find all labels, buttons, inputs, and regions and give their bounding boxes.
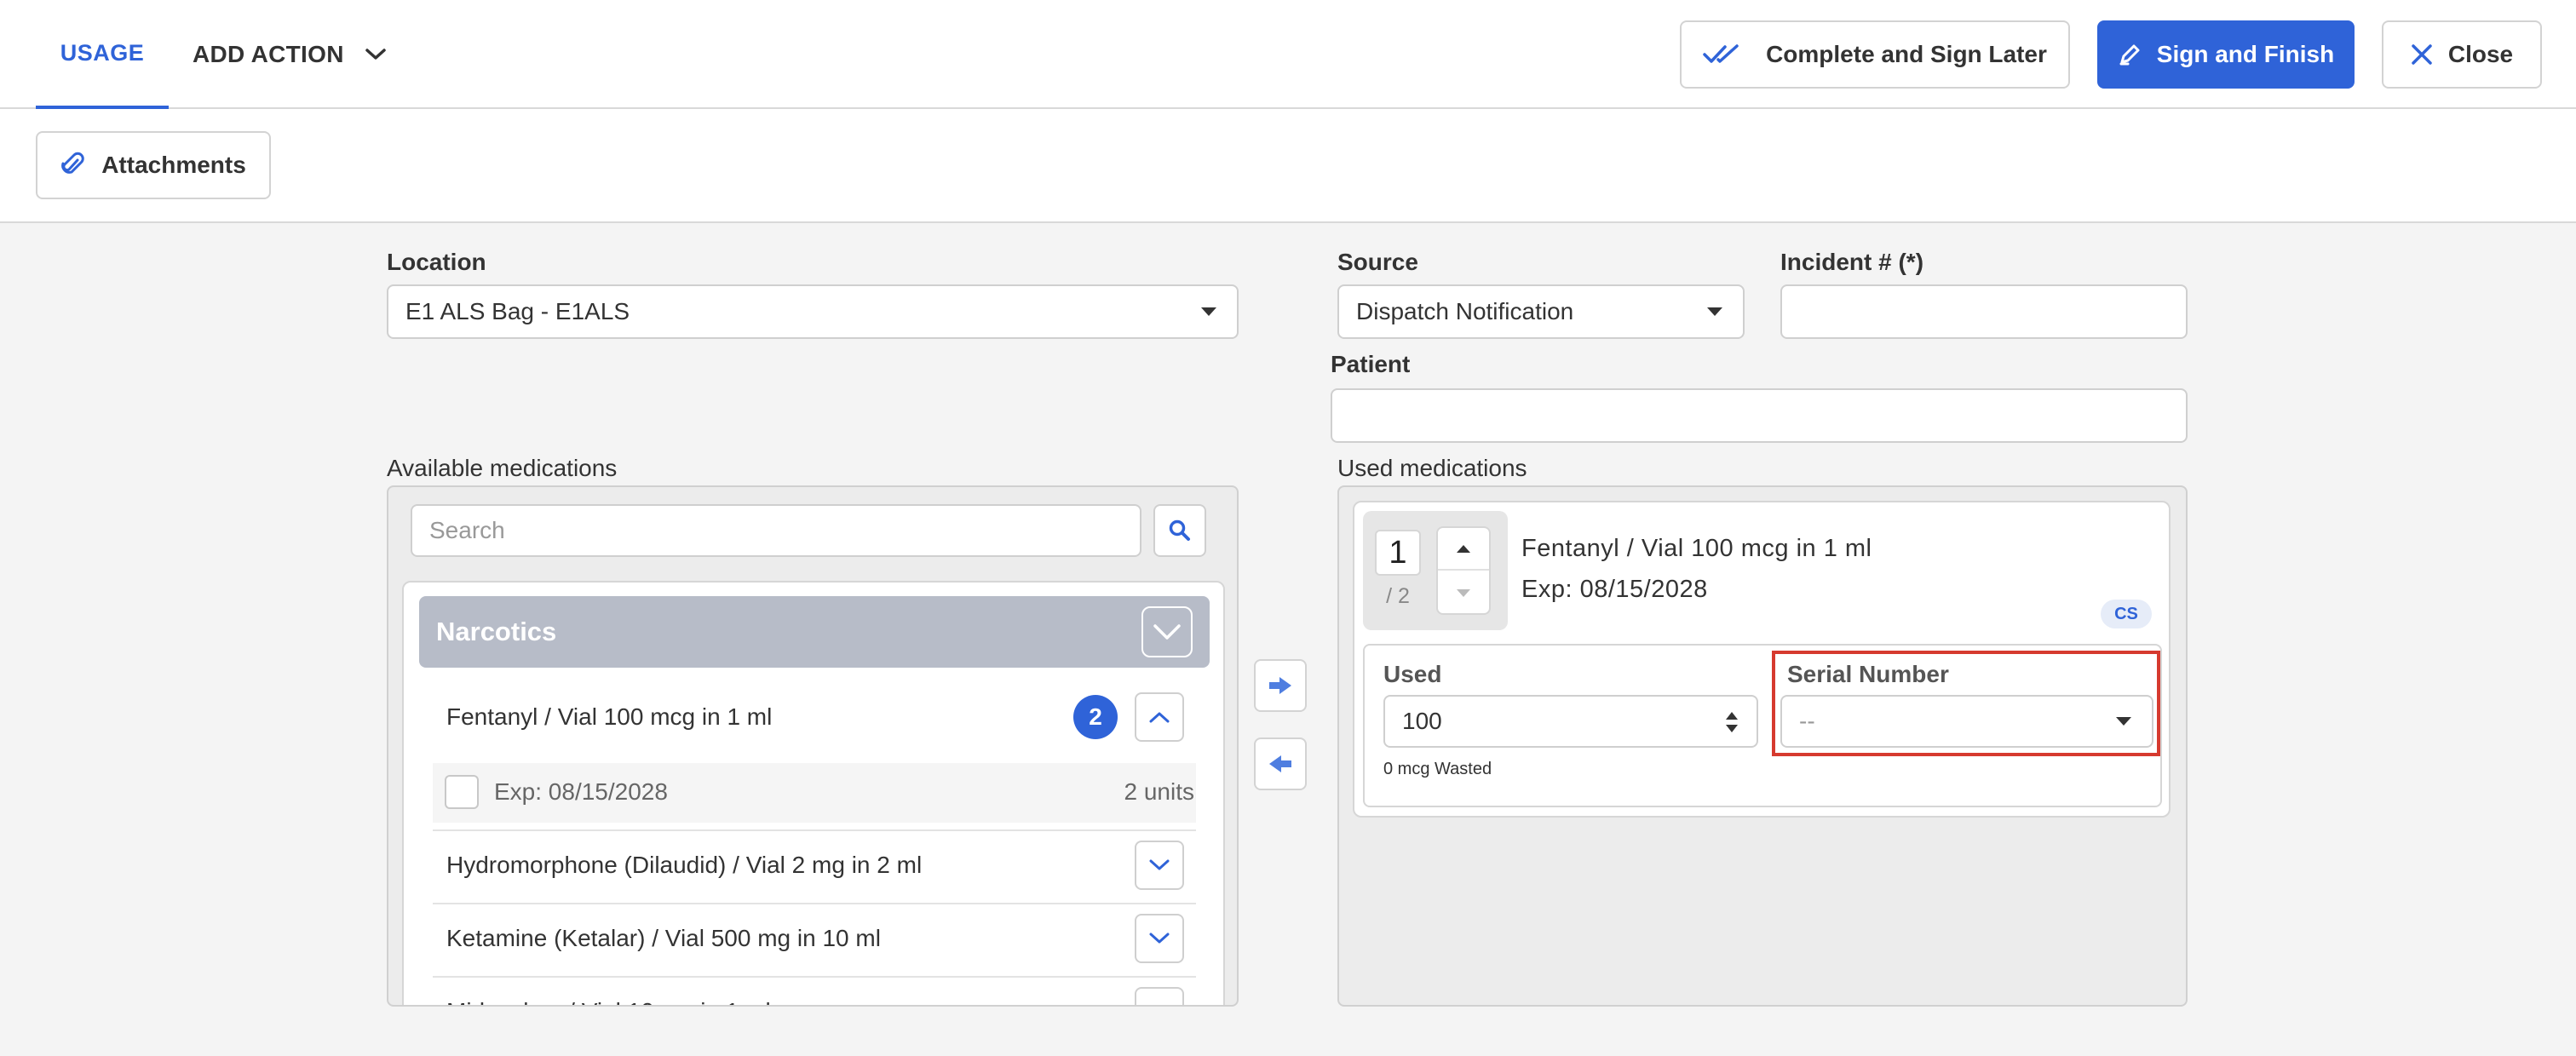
group-collapse-button[interactable]	[1141, 606, 1193, 657]
used-medication-name: Fentanyl / Vial 100 mcg in 1 ml	[1521, 535, 1872, 562]
available-medications-label: Available medications	[387, 455, 618, 481]
arrow-right-icon	[1269, 677, 1291, 694]
serial-number-highlight	[1772, 651, 2160, 756]
location-label: Location	[387, 249, 486, 275]
available-medications-panel: Search Narcotics Fentanyl / Vial 100 mcg…	[387, 485, 1239, 1007]
group-name: Narcotics	[436, 617, 557, 646]
pen-icon	[2119, 44, 2140, 66]
quantity-value[interactable]: 1	[1375, 530, 1421, 576]
divider	[433, 829, 1196, 831]
location-value: E1 ALS Bag - E1ALS	[405, 298, 630, 324]
top-bar: USAGE ADD ACTION Complete and Sign Later…	[0, 0, 2576, 109]
used-medication-exp: Exp: 08/15/2028	[1521, 576, 1708, 603]
lot-checkbox[interactable]	[445, 775, 479, 809]
divider	[433, 976, 1196, 978]
caret-up-icon	[1457, 545, 1470, 553]
incident-label: Incident # (*)	[1780, 249, 1924, 275]
controlled-substance-badge: CS	[2101, 600, 2152, 628]
search-icon	[1169, 519, 1190, 541]
caret-down-icon	[1457, 589, 1470, 597]
used-label: Used	[1383, 661, 1442, 687]
divider	[433, 903, 1196, 904]
close-label: Close	[2447, 41, 2514, 67]
list-item[interactable]: Hydromorphone (Dilaudid) / Vial 2 mg in …	[446, 840, 1210, 891]
sub-bar: Attachments	[0, 109, 2576, 223]
quantity-of: / 2	[1386, 584, 1410, 608]
search-input[interactable]: Search	[411, 504, 1141, 557]
expand-item-button[interactable]	[1135, 987, 1184, 1007]
spinner-icon[interactable]	[1724, 709, 1739, 735]
quantity-stepper: 1 / 2	[1363, 511, 1508, 630]
source-value: Dispatch Notification	[1356, 298, 1574, 324]
tab-add-action-label: ADD ACTION	[193, 41, 344, 67]
add-to-used-button[interactable]	[1254, 659, 1307, 712]
list-item[interactable]: Midazolam / Vial 10 mg in 1 ml	[446, 986, 1210, 1005]
medication-name: Hydromorphone (Dilaudid) / Vial 2 mg in …	[446, 852, 923, 878]
close-button[interactable]: Close	[2382, 20, 2542, 89]
search-placeholder: Search	[429, 517, 505, 543]
caret-down-icon	[1707, 307, 1722, 316]
complete-sign-later-label: Complete and Sign Later	[1766, 41, 2047, 67]
remove-from-used-button[interactable]	[1254, 737, 1307, 790]
expand-item-button[interactable]	[1135, 914, 1184, 963]
medication-list: Narcotics Fentanyl / Vial 100 mcg in 1 m…	[402, 581, 1225, 1007]
chevron-up-icon	[1149, 712, 1170, 723]
location-select[interactable]: E1 ALS Bag - E1ALS	[387, 284, 1239, 339]
used-amount-value: 100	[1402, 708, 1442, 734]
sign-finish-label: Sign and Finish	[2156, 41, 2335, 67]
arrow-left-icon	[1269, 755, 1291, 772]
used-medication-card: 1 / 2 Fentanyl / Vial 100 mcg in 1 ml Ex…	[1353, 501, 2171, 818]
patient-input[interactable]	[1331, 388, 2188, 443]
medication-name: Midazolam / Vial 10 mg in 1 ml	[446, 998, 771, 1005]
collapse-item-button[interactable]	[1135, 692, 1184, 742]
used-amount-input[interactable]: 100	[1383, 695, 1758, 748]
attachments-label: Attachments	[101, 152, 246, 178]
sign-finish-button[interactable]: Sign and Finish	[2097, 20, 2355, 89]
medication-name: Ketamine (Ketalar) / Vial 500 mg in 10 m…	[446, 925, 881, 951]
caret-down-icon	[1201, 307, 1216, 316]
wasted-text: 0 mcg Wasted	[1383, 760, 1492, 778]
tab-usage[interactable]: USAGE	[36, 0, 169, 109]
tab-add-action[interactable]: ADD ACTION	[193, 0, 387, 109]
source-label: Source	[1337, 249, 1418, 275]
chevron-down-icon	[1153, 624, 1181, 640]
patient-label: Patient	[1331, 351, 1411, 377]
quantity-step-buttons	[1436, 526, 1491, 615]
used-medications-label: Used medications	[1337, 455, 1527, 481]
chevron-down-icon	[1148, 1005, 1170, 1007]
expand-item-button[interactable]	[1135, 841, 1184, 890]
attachments-button[interactable]: Attachments	[36, 131, 271, 199]
decrement-button[interactable]	[1438, 572, 1489, 615]
lot-units: 2 units	[1124, 778, 1195, 805]
increment-button[interactable]	[1438, 528, 1489, 571]
used-medications-panel: 1 / 2 Fentanyl / Vial 100 mcg in 1 ml Ex…	[1337, 485, 2188, 1007]
medication-name: Fentanyl / Vial 100 mcg in 1 ml	[446, 703, 773, 730]
chevron-down-icon	[1149, 933, 1170, 944]
count-badge: 2	[1073, 695, 1118, 739]
source-select[interactable]: Dispatch Notification	[1337, 284, 1745, 339]
complete-sign-later-button[interactable]: Complete and Sign Later	[1680, 20, 2070, 89]
lot-exp: Exp: 08/15/2028	[494, 778, 668, 805]
list-item[interactable]: Ketamine (Ketalar) / Vial 500 mg in 10 m…	[446, 913, 1210, 964]
usage-details: Used 100 0 mcg Wasted Serial Number --	[1363, 644, 2162, 807]
paperclip-icon	[61, 152, 84, 174]
group-header-narcotics[interactable]: Narcotics	[419, 596, 1210, 668]
incident-input[interactable]	[1780, 284, 2188, 339]
chevron-down-icon	[1149, 859, 1170, 870]
close-icon	[2412, 44, 2432, 65]
chevron-down-icon	[365, 49, 386, 60]
search-button[interactable]	[1153, 504, 1206, 557]
double-check-icon	[1703, 44, 1739, 63]
